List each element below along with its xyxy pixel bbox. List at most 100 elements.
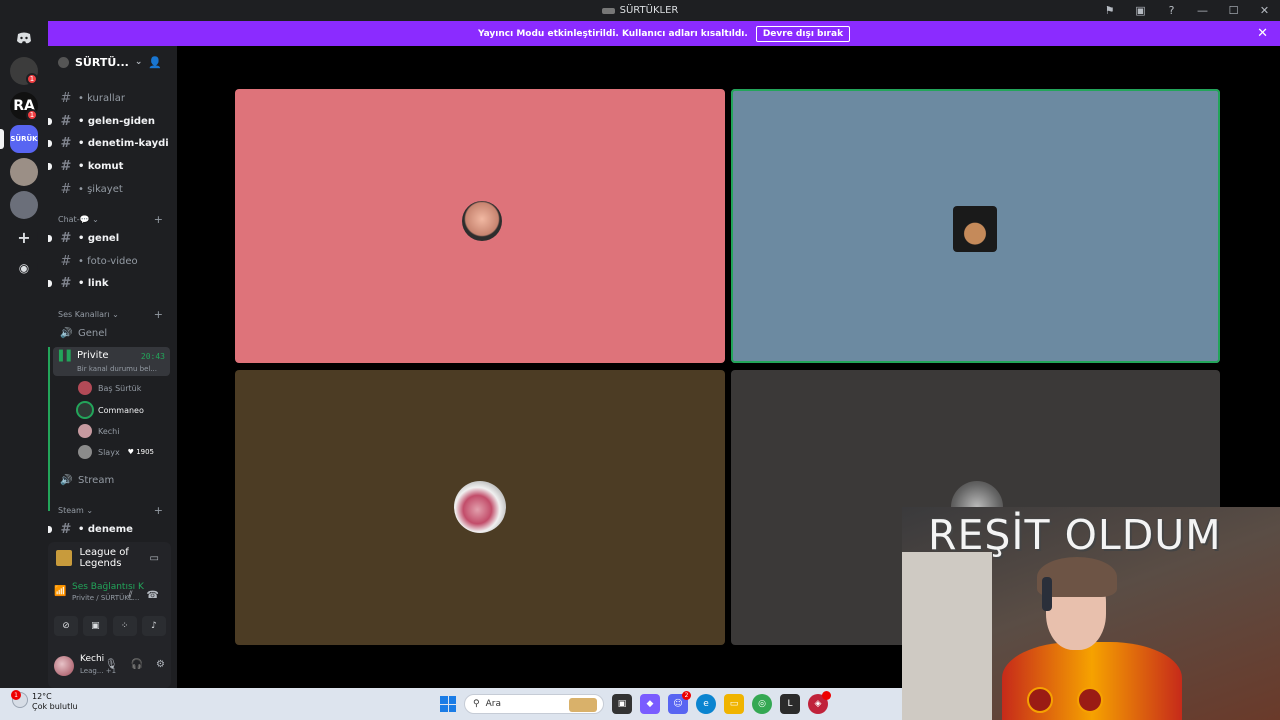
- disconnect-icon[interactable]: ☎: [147, 590, 159, 601]
- cloud-icon: 1: [11, 690, 28, 708]
- channel-deneme[interactable]: # deneme: [60, 519, 175, 539]
- unread-indicator: [48, 526, 52, 533]
- avatar: [78, 445, 92, 459]
- channel-link[interactable]: # link: [60, 273, 175, 293]
- weather-widget[interactable]: 1 12°C Çok bulutlu: [11, 690, 78, 712]
- voice-connection-controls: ⫽ ☎: [128, 590, 159, 601]
- speaker-icon: 🔊: [60, 327, 73, 339]
- minimize-button[interactable]: —: [1187, 0, 1218, 21]
- banner-close-icon[interactable]: ✕: [1257, 26, 1268, 41]
- help-icon[interactable]: ?: [1156, 0, 1187, 21]
- add-server-icon[interactable]: +: [10, 223, 38, 251]
- signal-icon: 📶: [54, 586, 67, 597]
- soundboard-icon[interactable]: ♪: [141, 616, 166, 636]
- discover-icon[interactable]: ◉: [10, 254, 38, 282]
- channel-gelen-giden[interactable]: # gelen-giden: [60, 111, 175, 131]
- taskbar-search[interactable]: ⚲ Ara: [464, 694, 604, 714]
- user-panel: League of Legends ▭ Ses Bağlantısı K Pri…: [48, 542, 171, 688]
- server-icon: [601, 7, 615, 14]
- taskbar-apps: ⚲ Ara ▣ ◆ ☺ 2 e ▭ ◎ L ◈: [440, 691, 831, 714]
- voice-channel-name: Privite: [77, 350, 109, 361]
- activity-game[interactable]: League of Legends ▭: [48, 542, 171, 574]
- banner-message: Yayıncı Modu etkinleştirildi. Kullanıcı …: [477, 28, 748, 39]
- add-channel-icon[interactable]: +: [154, 308, 163, 321]
- channel-label: Genel: [78, 327, 108, 339]
- category-voice[interactable]: Ses Kanalları ⌄ +: [58, 307, 173, 321]
- category-chat[interactable]: Chat-💬 ⌄ +: [58, 212, 173, 226]
- windows-start-icon[interactable]: [440, 696, 456, 712]
- channel-foto-video[interactable]: # foto-video: [60, 251, 175, 271]
- channel-label: şikayet: [78, 184, 123, 195]
- category-steam[interactable]: Steam ⌄ +: [58, 503, 173, 517]
- riot-client-icon[interactable]: ◈: [808, 691, 831, 714]
- hash-icon: #: [60, 275, 72, 291]
- edge-icon[interactable]: e: [696, 694, 716, 714]
- add-channel-icon[interactable]: +: [154, 504, 163, 517]
- hash-icon: #: [60, 135, 72, 151]
- voice-user-name: Commaneo: [98, 405, 144, 415]
- channel-komut[interactable]: # komut: [60, 156, 175, 176]
- activity-screen-icon[interactable]: ▭: [150, 553, 159, 564]
- speaker-icon: 🔊: [60, 474, 73, 486]
- voice-channel-stream[interactable]: 🔊 Stream: [60, 470, 175, 490]
- close-window-button[interactable]: ✕: [1249, 0, 1280, 21]
- screen-share-icon[interactable]: ▣: [83, 616, 108, 636]
- inbox-flag-icon[interactable]: ⚑: [1094, 0, 1125, 21]
- headset-icon: [1042, 577, 1052, 611]
- voice-channel-status[interactable]: Bir kanal durumu bel...: [77, 365, 157, 373]
- noise-suppression-icon[interactable]: ⫽: [128, 590, 132, 601]
- disable-streamer-mode-button[interactable]: Devre dışı bırak: [755, 25, 851, 42]
- window-title: SÜRTÜKLER: [601, 5, 678, 16]
- camera-off-icon[interactable]: ⊘: [54, 616, 78, 636]
- server-mini-icon: [58, 56, 69, 68]
- channel-sikayet[interactable]: # şikayet: [60, 179, 175, 199]
- server-rail: 1 RA 1 SÜRÜK + ◉: [0, 21, 48, 688]
- user-tag-text: 1905: [136, 448, 155, 456]
- category-label: Ses Kanalları: [58, 309, 110, 319]
- voice-user-bas-surtuk[interactable]: Baş Sürtük: [78, 379, 141, 397]
- voice-user-commaneo[interactable]: Commaneo: [78, 401, 144, 419]
- user-name[interactable]: Kechi: [80, 654, 104, 664]
- file-explorer-icon[interactable]: ▭: [724, 694, 744, 714]
- channel-kurallar[interactable]: # kurallar: [60, 88, 175, 108]
- add-channel-icon[interactable]: +: [154, 213, 163, 226]
- maximize-button[interactable]: ☐: [1218, 0, 1249, 21]
- weather-badge: 1: [11, 690, 21, 700]
- server-icon-5[interactable]: [10, 191, 38, 219]
- chrome-icon[interactable]: ◎: [752, 694, 772, 714]
- hash-icon: #: [60, 521, 72, 537]
- league-client-icon[interactable]: L: [780, 694, 800, 714]
- chevron-down-icon: ⌄: [134, 57, 143, 67]
- activities-icon[interactable]: ⁘: [112, 616, 137, 636]
- windows-taskbar: 1 12°C Çok bulutlu ⚲ Ara ▣ ◆ ☺ 2 e ▭ ◎ L …: [0, 688, 902, 720]
- voice-tile-1[interactable]: [235, 89, 725, 363]
- discord-home-icon[interactable]: [10, 24, 38, 52]
- microphone-icon[interactable]: 🎙: [105, 659, 118, 670]
- voice-user-kechi[interactable]: Kechi: [78, 422, 119, 440]
- task-view-icon[interactable]: ▣: [612, 694, 632, 714]
- voice-user-slayx[interactable]: Slayx ♥ 1905: [78, 443, 154, 461]
- title-bar: SÜRTÜKLER ⚑ ▣ ? — ☐ ✕: [0, 0, 1280, 21]
- discord-taskbar-icon[interactable]: ☺ 2: [668, 691, 691, 714]
- settings-gear-icon[interactable]: ⚙: [156, 659, 165, 670]
- unread-indicator: [48, 163, 52, 170]
- unread-indicator: [48, 140, 52, 147]
- server-icon-surtukler[interactable]: SÜRÜK: [10, 125, 38, 153]
- voice-channel-privite[interactable]: ▌▌ Privite 20:43 Bir kanal durumu bel...: [53, 347, 170, 376]
- voice-channel-genel[interactable]: 🔊 Genel: [60, 323, 175, 343]
- hash-icon: #: [60, 253, 72, 269]
- channel-denetim-kaydi[interactable]: # denetim-kaydi: [60, 133, 175, 153]
- server-header[interactable]: SÜRTÜ... ⌄ 👤: [48, 46, 177, 78]
- channel-label: genel: [78, 233, 119, 244]
- participant-avatar: [454, 481, 506, 533]
- discord-badge: 2: [682, 691, 691, 700]
- add-member-icon[interactable]: 👤: [148, 56, 162, 69]
- headphones-icon[interactable]: 🎧: [131, 659, 143, 670]
- screen-icon[interactable]: ▣: [1125, 0, 1156, 21]
- user-avatar[interactable]: [54, 656, 74, 676]
- channel-genel[interactable]: # genel: [60, 228, 175, 248]
- copilot-icon[interactable]: ◆: [640, 694, 660, 714]
- voice-tile-3[interactable]: [235, 370, 725, 645]
- voice-tile-2-speaking[interactable]: [731, 89, 1220, 363]
- server-icon-4[interactable]: [10, 158, 38, 186]
